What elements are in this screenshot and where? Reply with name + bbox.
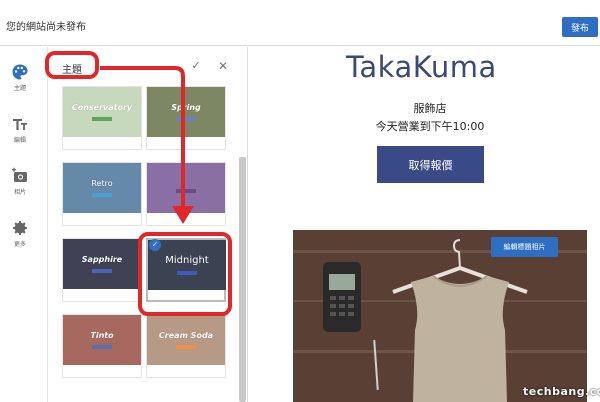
theme-swatch: Cream Soda [147, 315, 225, 365]
edit-header-photo-button[interactable]: 編輯標題相片 [491, 237, 558, 257]
watermark-text: techbang.com [523, 385, 600, 398]
theme-accent-bar [176, 188, 196, 193]
rail-item-label: 更多 [13, 241, 26, 248]
theme-swatch [147, 163, 225, 213]
left-rail: 主題 編輯 相片 更多 [0, 47, 48, 402]
theme-accent-bar [92, 117, 112, 121]
publish-button[interactable]: 發布 [562, 17, 598, 37]
theme-card[interactable]: Spring [146, 86, 226, 150]
theme-swatch: Spring [147, 87, 225, 137]
theme-card[interactable]: Retro [62, 162, 142, 226]
gear-icon [13, 221, 27, 235]
theme-name: Tinto [90, 331, 114, 340]
theme-card[interactable]: Tinto [62, 314, 142, 378]
palette-icon [12, 64, 28, 80]
theme-accent-bar [92, 193, 112, 197]
theme-accent-bar [92, 345, 112, 349]
store-name: 服飾店 [413, 102, 447, 115]
rail-item-theme[interactable]: 主題 [0, 63, 40, 92]
selected-check-icon: ✓ [149, 239, 161, 251]
theme-name: Spring [171, 103, 201, 112]
get-quote-button[interactable]: 取得報價 [377, 146, 484, 183]
theme-name: Retro [91, 179, 113, 188]
theme-name: Cream Soda [158, 331, 214, 340]
rail-item-more[interactable]: 更多 [0, 219, 40, 248]
top-bar: 您的網站尚未發布 發布 [0, 0, 600, 46]
theme-accent-bar [176, 345, 196, 349]
add-photo-icon [12, 167, 27, 182]
theme-swatch: Sapphire [63, 239, 141, 289]
theme-swatch: Conservatory [63, 87, 141, 137]
theme-accent-bar [176, 117, 196, 121]
theme-swatch: Retro [63, 163, 141, 213]
site-status-text: 您的網站尚未發布 [6, 22, 86, 33]
rail-item-photos[interactable]: 相片 [0, 167, 40, 196]
theme-swatch: Tinto [63, 315, 141, 365]
text-format-icon [13, 119, 27, 130]
theme-name: Conservatory [71, 103, 133, 112]
close-icon[interactable]: ✕ [216, 59, 230, 73]
panel-title: 主題 [62, 65, 82, 76]
theme-card[interactable]: Sapphire [62, 238, 142, 302]
rail-item-label: 編輯 [13, 137, 26, 144]
brand-logo: TakaKuma [346, 50, 497, 84]
rail-item-label: 相片 [13, 189, 26, 196]
rail-item-label: 主題 [13, 85, 26, 92]
panel-header: 主題 ✓ ✕ [45, 47, 248, 85]
theme-card[interactable] [146, 162, 226, 226]
check-icon[interactable]: ✓ [189, 59, 203, 73]
rail-item-edit[interactable]: 編輯 [0, 115, 40, 144]
scrollbar[interactable] [239, 157, 246, 402]
theme-card[interactable]: Cream Soda [146, 314, 226, 378]
store-hours: 今天營業到下午10:00 [375, 120, 485, 133]
theme-name: Sapphire [81, 255, 123, 264]
theme-accent-bar [92, 269, 112, 273]
theme-card[interactable]: Conservatory [62, 86, 142, 150]
